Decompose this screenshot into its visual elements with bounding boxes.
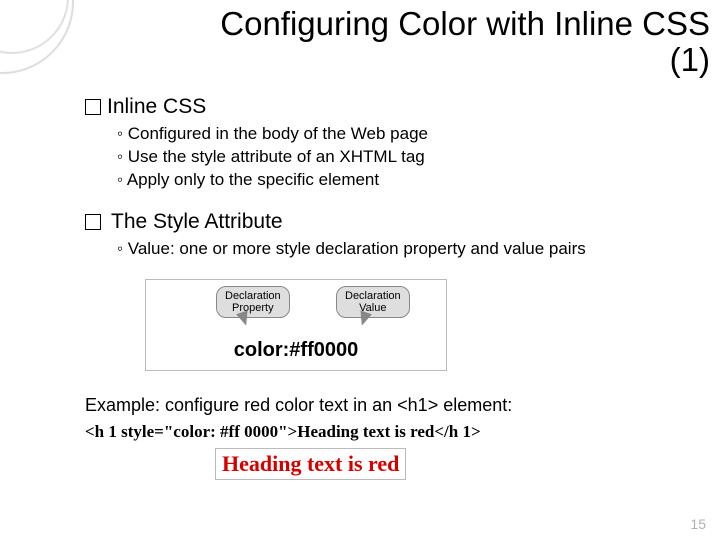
list-item: Value: one or more style declaration pro… <box>117 238 690 261</box>
callout-code-text: color:#ff0000 <box>146 339 446 362</box>
rendered-output-box: Heading text is red <box>215 448 406 480</box>
bullet-style-attribute: The Style Attribute <box>85 210 690 234</box>
sub-list-style-attribute: Value: one or more style declaration pro… <box>117 238 690 261</box>
sub-list-inline-css: Configured in the body of the Web page U… <box>117 123 690 192</box>
callout-tail-icon <box>356 310 372 327</box>
bullet-label: The Style Attribute <box>111 210 283 234</box>
slide-content: Inline CSS Configured in the body of the… <box>85 95 690 480</box>
example-code: <h 1 style="color: #ff 0000">Heading tex… <box>85 422 690 442</box>
page-number: 15 <box>690 516 706 532</box>
callout-bubble-value: Declaration Value <box>336 286 410 318</box>
list-item: Use the style attribute of an XHTML tag <box>117 146 690 169</box>
callout-figure: Declaration Property Declaration Value c… <box>145 279 447 371</box>
checkbox-icon <box>85 99 101 115</box>
rendered-output-text: Heading text is red <box>222 451 399 476</box>
callout-bubble-property: Declaration Property <box>216 286 290 318</box>
checkbox-icon <box>85 214 101 230</box>
bullet-label: Inline CSS <box>107 95 206 119</box>
list-item: Apply only to the specific element <box>117 169 690 192</box>
list-item: Configured in the body of the Web page <box>117 123 690 146</box>
example-intro: Example: configure red color text in an … <box>85 395 690 416</box>
slide-title: Configuring Color with Inline CSS (1) <box>90 6 710 79</box>
title-line-1: Configuring Color with Inline CSS <box>220 5 710 42</box>
bullet-inline-css: Inline CSS <box>85 95 690 119</box>
title-line-2: (1) <box>670 41 710 78</box>
